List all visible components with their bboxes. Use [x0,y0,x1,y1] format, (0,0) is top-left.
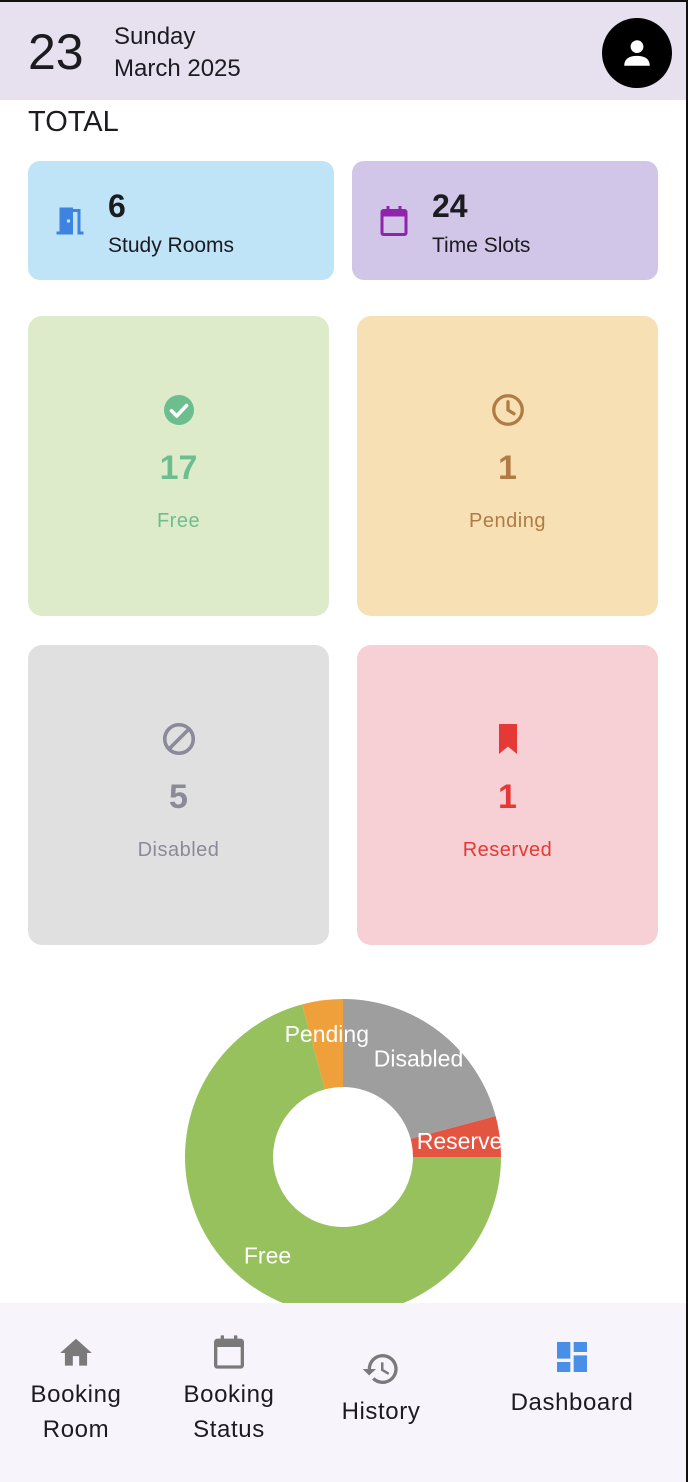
clock-icon [491,394,524,426]
bookmark-icon [498,724,517,754]
disabled-slots-card: 5 Disabled [28,645,329,945]
history-icon [362,1354,398,1384]
pending-slots-card: 1 Pending [357,316,658,616]
section-title: TOTAL [28,106,119,138]
disabled-count: 5 [169,778,188,816]
check-circle-icon [163,395,194,425]
donut-label-reserved: Reserved [417,1128,510,1154]
reserved-label: Reserved [462,839,553,861]
time-slots-label: Time Slots [432,234,531,257]
nav-booking-room-label-1: Booking [30,1381,122,1408]
date-weekday: Sunday [114,23,196,50]
block-icon [162,722,195,756]
bottom-navigation: Booking Room Booking Status History Dash… [0,1303,686,1482]
study-rooms-label: Study Rooms [108,234,235,257]
pending-label: Pending [469,510,546,532]
reserved-slots-card: 1 Reserved [357,645,658,945]
time-slots-card: 24 Time Slots [352,161,658,280]
nav-dashboard-label: Dashboard [510,1389,634,1416]
study-rooms-count: 6 [108,188,126,224]
nav-history[interactable]: History [321,1303,441,1482]
donut-label-disabled: Disabled [374,1046,464,1072]
free-label: Free [156,510,201,532]
nav-booking-room-label-2: Room [42,1416,110,1443]
nav-history-label: History [341,1398,421,1425]
time-slots-count: 24 [432,188,468,224]
calendar-icon [380,206,408,236]
nav-booking-room[interactable]: Booking Room [16,1303,136,1482]
slot-status-donut-chart: Disabled Reserved Free Pending [180,995,510,1310]
date-header: 23 Sunday March 2025 [0,0,686,100]
pending-count: 1 [498,449,517,487]
donut-label-pending: Pending [285,1021,369,1047]
free-slots-card: 17 Free [28,316,329,616]
person-icon [624,40,650,66]
disabled-label: Disabled [137,839,220,861]
dashboard-icon [557,1342,587,1372]
donut-label-free: Free [244,1242,291,1268]
reserved-count: 1 [498,778,517,816]
study-rooms-card: 6 Study Rooms [28,161,334,280]
profile-avatar-button[interactable] [602,18,672,88]
donut-svg: Disabled Reserved Free Pending [185,999,510,1310]
date-month-year: March 2025 [114,55,241,82]
nav-booking-status-label-1: Booking [183,1381,275,1408]
home-icon [60,1338,92,1366]
free-count: 17 [159,449,198,487]
calendar-icon [214,1335,244,1369]
door-icon [56,207,84,235]
nav-dashboard[interactable]: Dashboard [497,1303,647,1482]
date-day: 23 [28,24,84,80]
nav-booking-status[interactable]: Booking Status [169,1303,289,1482]
nav-booking-status-label-2: Status [193,1416,265,1443]
